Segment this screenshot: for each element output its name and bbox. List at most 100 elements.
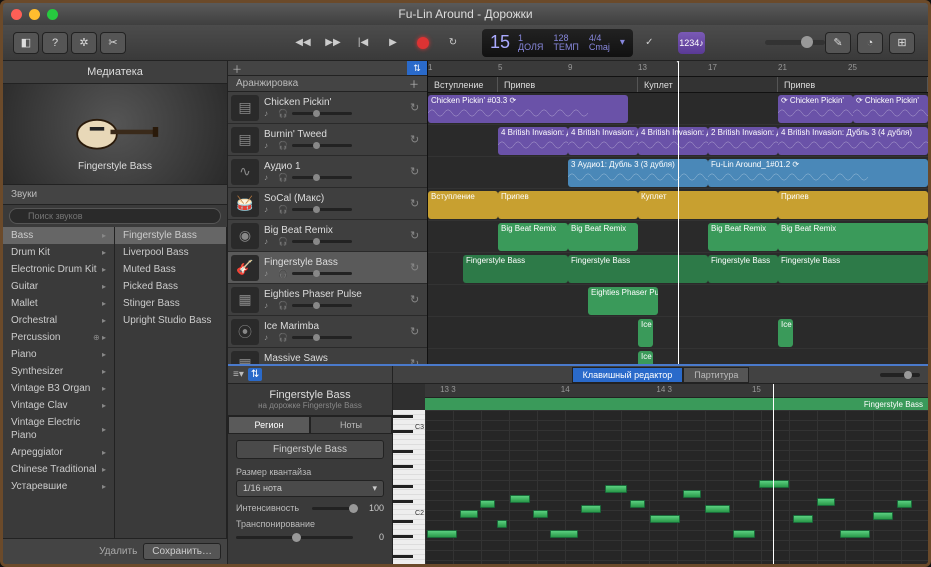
category-item[interactable]: Mallet▸	[3, 295, 114, 312]
save-preset-button[interactable]: Сохранить…	[143, 543, 221, 560]
category-item[interactable]: Vintage B3 Organ▸	[3, 380, 114, 397]
editor-menu-button[interactable]: ≡▾	[233, 369, 244, 380]
region[interactable]: ⟳ Chicken Pickin'	[853, 95, 928, 123]
count-in-button[interactable]: ✓	[641, 32, 658, 54]
category-item[interactable]: Устаревшие▸	[3, 478, 114, 495]
library-toggle-button[interactable]: ◧	[13, 32, 39, 54]
midi-note[interactable]	[630, 500, 645, 508]
region[interactable]: Вступление	[428, 191, 498, 219]
region[interactable]: Fu-Lin Around_1#01.2 ⟳	[708, 159, 928, 187]
category-item[interactable]: Vintage Electric Piano▸	[3, 414, 114, 444]
solo-button[interactable]: 🎧	[278, 333, 288, 342]
arrangement-marker[interactable]: Куплет	[638, 77, 778, 92]
arrangement-marker[interactable]: Припев	[778, 77, 928, 92]
category-item[interactable]: Arpeggiator▸	[3, 444, 114, 461]
editors-button[interactable]: ✂	[100, 32, 126, 54]
region[interactable]: Fingerstyle Bass	[708, 255, 778, 283]
track-volume-slider[interactable]	[292, 112, 352, 115]
region[interactable]: 4 British Invasion: Дубль 3 (4 дубля)	[498, 127, 568, 155]
track-loop-button[interactable]: ↻	[410, 165, 424, 179]
zoom-window-button[interactable]	[47, 9, 58, 20]
track-volume-slider[interactable]	[292, 304, 352, 307]
add-arrange-marker-button[interactable]: ＋	[409, 76, 419, 91]
track-header[interactable]: ▦ Eighties Phaser Pulse ♪ 🎧 ↻	[228, 284, 427, 316]
track-volume-slider[interactable]	[292, 240, 352, 243]
track-loop-button[interactable]: ↻	[410, 357, 424, 365]
midi-note[interactable]	[605, 485, 627, 493]
track-header[interactable]: ∿ Аудио 1 ♪ 🎧 ↻	[228, 156, 427, 188]
quick-help-button[interactable]: ?	[42, 32, 68, 54]
editor-zoom-slider[interactable]	[880, 373, 920, 377]
track-loop-button[interactable]: ↻	[410, 229, 424, 243]
arrange-area[interactable]: 15913172125 ВступлениеПрипевКуплетПрипев…	[428, 61, 928, 364]
track-loop-button[interactable]: ↻	[410, 197, 424, 211]
mute-button[interactable]: ♪	[264, 141, 274, 150]
region[interactable]: 4 British Invasion: Дубль 3 (4 дубля)	[638, 127, 708, 155]
track-volume-slider[interactable]	[292, 272, 352, 275]
region-tab[interactable]: Регион	[228, 416, 310, 434]
region[interactable]: Fingerstyle Bass	[463, 255, 568, 283]
region[interactable]: Ice	[778, 319, 793, 347]
region[interactable]: Ice	[638, 319, 653, 347]
region[interactable]: Fingerstyle Bass	[568, 255, 708, 283]
mute-button[interactable]: ♪	[264, 109, 274, 118]
close-window-button[interactable]	[11, 9, 22, 20]
preset-item[interactable]: Fingerstyle Bass	[115, 227, 226, 244]
forward-button[interactable]: ▶▶	[319, 32, 347, 54]
midi-note[interactable]	[897, 500, 912, 508]
track-volume-slider[interactable]	[292, 208, 352, 211]
track-header[interactable]: ▦ Massive Saws ♪ 🎧 ↻	[228, 348, 427, 364]
preset-item[interactable]: Upright Studio Bass	[115, 312, 226, 329]
midi-note[interactable]	[817, 498, 835, 506]
solo-button[interactable]: 🎧	[278, 109, 288, 118]
mute-button[interactable]: ♪	[264, 269, 274, 278]
note-grid[interactable]	[425, 410, 928, 564]
midi-note[interactable]	[550, 530, 578, 538]
media-browser-button[interactable]: ⊞	[889, 32, 915, 54]
region[interactable]: 2 British Invasion: Дубль 2 (4	[708, 127, 778, 155]
midi-note[interactable]	[759, 480, 789, 488]
loop-browser-button[interactable]: ◔	[857, 32, 883, 54]
preset-item[interactable]: Stinger Bass	[115, 295, 226, 312]
solo-button[interactable]: 🎧	[278, 237, 288, 246]
preset-item[interactable]: Picked Bass	[115, 278, 226, 295]
arrangement-marker[interactable]: Припев	[498, 77, 638, 92]
mute-button[interactable]: ♪	[264, 237, 274, 246]
track-filter-button[interactable]: ⇅	[407, 61, 427, 75]
category-item[interactable]: Percussion⊕ ▸	[3, 329, 114, 346]
solo-button[interactable]: 🎧	[278, 141, 288, 150]
cycle-button[interactable]: ↻	[439, 32, 467, 54]
mute-button[interactable]: ♪	[264, 333, 274, 342]
region[interactable]: ⟳ Chicken Pickin'	[778, 95, 853, 123]
mute-button[interactable]: ♪	[264, 301, 274, 310]
editor-playhead[interactable]	[773, 384, 774, 564]
piano-keyboard[interactable]: C3C2	[393, 410, 425, 564]
region[interactable]: Big Beat Remix	[498, 223, 568, 251]
track-header[interactable]: ◉ Big Beat Remix ♪ 🎧 ↻	[228, 220, 427, 252]
smart-controls-button[interactable]: ✲	[71, 32, 97, 54]
midi-note[interactable]	[840, 530, 870, 538]
play-button[interactable]: ▶	[379, 32, 407, 54]
category-item[interactable]: Orchestral▸	[3, 312, 114, 329]
category-item[interactable]: Drum Kit▸	[3, 244, 114, 261]
category-item[interactable]: Vintage Clav▸	[3, 397, 114, 414]
solo-button[interactable]: 🎧	[278, 173, 288, 182]
midi-note[interactable]	[733, 530, 755, 538]
category-item[interactable]: Synthesizer▸	[3, 363, 114, 380]
region[interactable]: Припев	[778, 191, 928, 219]
sound-search-input[interactable]	[9, 208, 221, 224]
transpose-slider[interactable]	[236, 536, 353, 539]
region[interactable]: Ice	[638, 351, 653, 364]
track-loop-button[interactable]: ↻	[410, 325, 424, 339]
midi-note[interactable]	[650, 515, 680, 523]
track-loop-button[interactable]: ↻	[410, 293, 424, 307]
mute-button[interactable]: ♪	[264, 173, 274, 182]
track-volume-slider[interactable]	[292, 144, 352, 147]
region[interactable]: 4 British Invasion: Дубль 3 (4 дубля)	[568, 127, 638, 155]
region[interactable]: 4 British Invasion: Дубль 3 (4 дубля)	[778, 127, 928, 155]
category-item[interactable]: Bass▸	[3, 227, 114, 244]
region[interactable]: Припев	[498, 191, 638, 219]
editor-ruler[interactable]: 13 3141514 3	[425, 384, 928, 398]
track-header[interactable]: ⦿ Ice Marimba ♪ 🎧 ↻	[228, 316, 427, 348]
add-track-button[interactable]: ＋	[228, 61, 246, 75]
